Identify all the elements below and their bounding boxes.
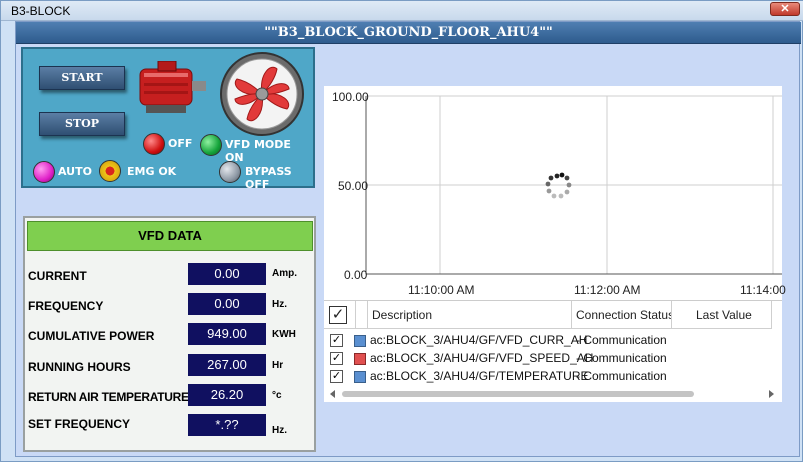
row-connection-status: - Communication I bbox=[576, 351, 671, 365]
running-hours-unit: Hr bbox=[272, 360, 284, 371]
select-all-header[interactable]: ✓ bbox=[324, 301, 356, 329]
series-color-swatch bbox=[354, 335, 366, 347]
table-row[interactable]: ✓ ac:BLOCK_3/AHU4/GF/VFD_SPEED_AH - Comm… bbox=[324, 350, 782, 368]
vfd-mode-lamp-icon bbox=[200, 134, 222, 156]
vfd-data-title: VFD DATA bbox=[27, 221, 313, 251]
frequency-value: 0.00 bbox=[188, 293, 266, 315]
scrollbar-thumb[interactable] bbox=[342, 391, 694, 397]
page-title: ""B3_BLOCK_GROUND_FLOOR_AHU4"" bbox=[16, 22, 801, 44]
motor-control-panel: START STOP OFF VFD MODE ON AUTO EMG OK B… bbox=[21, 47, 315, 191]
stop-button[interactable]: STOP bbox=[39, 112, 125, 136]
fan-icon bbox=[220, 52, 304, 136]
return-air-temperature-unit: °c bbox=[272, 390, 282, 401]
series-color-swatch bbox=[354, 371, 366, 383]
main-content: ""B3_BLOCK_GROUND_FLOOR_AHU4"" START STO… bbox=[15, 21, 801, 457]
scroll-left-icon[interactable] bbox=[330, 390, 335, 398]
series-color-swatch bbox=[354, 353, 366, 365]
y-tick-100: 100.00 bbox=[332, 90, 369, 104]
running-hours-value: 267.00 bbox=[188, 354, 266, 376]
return-air-temperature-value: 26.20 bbox=[188, 384, 266, 406]
title-bar: B3-BLOCK ✕ bbox=[1, 1, 803, 21]
close-button[interactable]: ✕ bbox=[770, 2, 800, 16]
set-frequency-label: SET FREQUENCY bbox=[28, 417, 131, 431]
table-row[interactable]: ✓ ac:BLOCK_3/AHU4/GF/VFD_CURR_AH - Commu… bbox=[324, 332, 782, 350]
auto-lamp-icon bbox=[33, 161, 55, 183]
x-tick-1110: 11:10:00 AM bbox=[408, 283, 475, 297]
tag-grid: ✓ Description Connection Status Last Val… bbox=[324, 300, 782, 402]
current-label: CURRENT bbox=[28, 269, 87, 283]
auto-label: AUTO bbox=[58, 165, 92, 178]
window-title: B3-BLOCK bbox=[11, 4, 71, 18]
motor-icon bbox=[139, 61, 206, 113]
emergency-stop-icon bbox=[99, 160, 121, 182]
cumulative-power-label: CUMULATIVE POWER bbox=[28, 329, 155, 343]
application-window: B3-BLOCK ✕ ""B3_BLOCK_GROUND_FLOOR_AHU4"… bbox=[0, 0, 803, 462]
row-connection-status: - Communication I bbox=[576, 369, 671, 383]
row-checkbox[interactable]: ✓ bbox=[330, 352, 343, 365]
trend-chart: 100.00 50.00 0.00 11:10:00 AM 11:12:00 A… bbox=[324, 86, 786, 300]
x-tick-1114: 11:14:00 bbox=[740, 283, 786, 297]
connection-status-header[interactable]: Connection Status bbox=[572, 301, 672, 329]
color-header bbox=[356, 301, 368, 329]
frequency-unit: Hz. bbox=[272, 299, 287, 310]
running-hours-label: RUNNING HOURS bbox=[28, 360, 131, 374]
current-value: 0.00 bbox=[188, 263, 266, 285]
row-checkbox[interactable]: ✓ bbox=[330, 370, 343, 383]
cumulative-power-unit: KWH bbox=[272, 329, 296, 340]
start-button[interactable]: START bbox=[39, 66, 125, 90]
emg-label: EMG OK bbox=[127, 165, 177, 178]
select-all-checkbox[interactable]: ✓ bbox=[329, 306, 347, 324]
current-unit: Amp. bbox=[272, 268, 297, 279]
row-connection-status: - Communication I bbox=[576, 333, 671, 347]
off-label: OFF bbox=[168, 137, 193, 150]
return-air-temperature-label: RETURN AIR TEMPERATURE bbox=[28, 390, 189, 404]
bypass-label: BYPASS OFF bbox=[245, 165, 292, 191]
bypass-lamp-icon bbox=[219, 161, 241, 183]
scroll-right-icon[interactable] bbox=[769, 390, 774, 398]
cumulative-power-value: 949.00 bbox=[188, 323, 266, 345]
table-row[interactable]: ✓ ac:BLOCK_3/AHU4/GF/TEMPERATURE - Commu… bbox=[324, 368, 782, 386]
description-header[interactable]: Description bbox=[368, 301, 572, 329]
vfd-data-panel: VFD DATA CURRENT 0.00 Amp. FREQUENCY 0.0… bbox=[23, 216, 316, 452]
set-frequency-unit: Hz. bbox=[272, 425, 287, 436]
frequency-label: FREQUENCY bbox=[28, 299, 104, 313]
x-tick-1112: 11:12:00 AM bbox=[574, 283, 641, 297]
close-icon: ✕ bbox=[780, 3, 790, 15]
trend-chart-canvas bbox=[365, 95, 782, 275]
y-tick-50: 50.00 bbox=[338, 179, 369, 193]
off-lamp-icon bbox=[143, 133, 165, 155]
horizontal-scrollbar[interactable] bbox=[328, 389, 776, 399]
set-frequency-value: *.?? bbox=[188, 414, 266, 436]
vfd-mode-label: VFD MODE ON bbox=[225, 138, 291, 164]
last-value-header[interactable]: Last Value bbox=[672, 301, 772, 329]
y-tick-0: 0.00 bbox=[344, 268, 368, 282]
row-checkbox[interactable]: ✓ bbox=[330, 334, 343, 347]
